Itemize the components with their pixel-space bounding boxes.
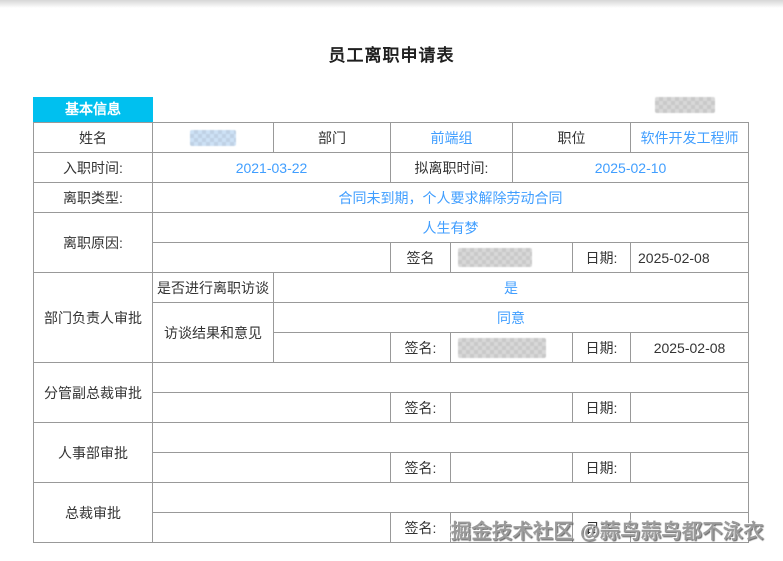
redacted-name xyxy=(190,130,236,146)
hr-approval-label: 人事部审批 xyxy=(34,423,153,483)
table-row-basic-1: 姓名 部门 前端组 职位 软件开发工程师 xyxy=(34,123,749,153)
page-top-shadow xyxy=(0,0,783,8)
vp-approval-label: 分管副总裁审批 xyxy=(34,363,153,423)
president-sign-label: 签名: xyxy=(391,513,451,543)
table-row-hr: 人事部审批 xyxy=(34,423,749,453)
redacted-signature xyxy=(458,338,546,358)
resign-type-label: 离职类型: xyxy=(34,183,153,213)
reason-label: 离职原因: xyxy=(34,213,153,273)
empty-cell xyxy=(153,393,391,423)
empty-cell xyxy=(153,453,391,483)
interview-result-value: 同意 xyxy=(274,303,749,333)
section-tab-basic-info: 基本信息 xyxy=(33,97,153,122)
hr-sign-label: 签名: xyxy=(391,453,451,483)
hr-date-label: 日期: xyxy=(573,453,631,483)
dept-head-date-label: 日期: xyxy=(573,333,631,363)
watermark: 掘金技术社区 @蒜鸟蒜鸟都不泳衣 xyxy=(451,515,764,544)
empty-cell xyxy=(153,513,391,543)
reason-sign-label: 签名 xyxy=(391,243,451,273)
dept-head-sign-value xyxy=(451,333,573,363)
vp-sign-label: 签名: xyxy=(391,393,451,423)
dept-head-date-value: 2025-02-08 xyxy=(631,333,749,363)
resign-date-label: 拟离职时间: xyxy=(391,153,513,183)
empty-cell xyxy=(153,363,749,393)
page-title: 员工离职申请表 xyxy=(0,41,783,66)
position-value: 软件开发工程师 xyxy=(631,123,749,153)
hire-date-label: 入职时间: xyxy=(34,153,153,183)
vp-date-value xyxy=(631,393,749,423)
table-row-president: 总裁审批 xyxy=(34,483,749,513)
name-label: 姓名 xyxy=(34,123,153,153)
interview-label: 是否进行离职访谈 xyxy=(153,273,274,303)
reason-sign-value xyxy=(451,243,573,273)
reason-value: 人生有梦 xyxy=(153,213,749,243)
president-approval-label: 总裁审批 xyxy=(34,483,153,543)
dept-label: 部门 xyxy=(274,123,391,153)
name-value xyxy=(153,123,274,153)
empty-cell xyxy=(153,423,749,453)
dept-value: 前端组 xyxy=(391,123,513,153)
empty-cell xyxy=(153,483,749,513)
reason-date-label: 日期: xyxy=(573,243,631,273)
hr-sign-value xyxy=(451,453,573,483)
vp-sign-value xyxy=(451,393,573,423)
empty-cell xyxy=(274,333,391,363)
resign-date-value: 2025-02-10 xyxy=(513,153,749,183)
interview-result-label: 访谈结果和意见 xyxy=(153,303,274,363)
interview-value: 是 xyxy=(274,273,749,303)
vp-date-label: 日期: xyxy=(573,393,631,423)
hr-date-value xyxy=(631,453,749,483)
resignation-form-table: 姓名 部门 前端组 职位 软件开发工程师 入职时间: 2021-03-22 拟离… xyxy=(33,122,749,543)
table-row-resign-type: 离职类型: 合同未到期，个人要求解除劳动合同 xyxy=(34,183,749,213)
dept-head-approval-label: 部门负责人审批 xyxy=(34,273,153,363)
position-label: 职位 xyxy=(513,123,631,153)
redacted-block-top-right xyxy=(655,97,715,113)
table-row-basic-2: 入职时间: 2021-03-22 拟离职时间: 2025-02-10 xyxy=(34,153,749,183)
hire-date-value: 2021-03-22 xyxy=(153,153,391,183)
table-row-reason: 离职原因: 人生有梦 xyxy=(34,213,749,243)
dept-head-sign-label: 签名: xyxy=(391,333,451,363)
reason-date-value: 2025-02-08 xyxy=(631,243,749,273)
empty-cell xyxy=(153,243,391,273)
resign-type-value: 合同未到期，个人要求解除劳动合同 xyxy=(153,183,749,213)
table-row-vp: 分管副总裁审批 xyxy=(34,363,749,393)
redacted-signature xyxy=(458,248,532,267)
table-row-interview: 部门负责人审批 是否进行离职访谈 是 xyxy=(34,273,749,303)
